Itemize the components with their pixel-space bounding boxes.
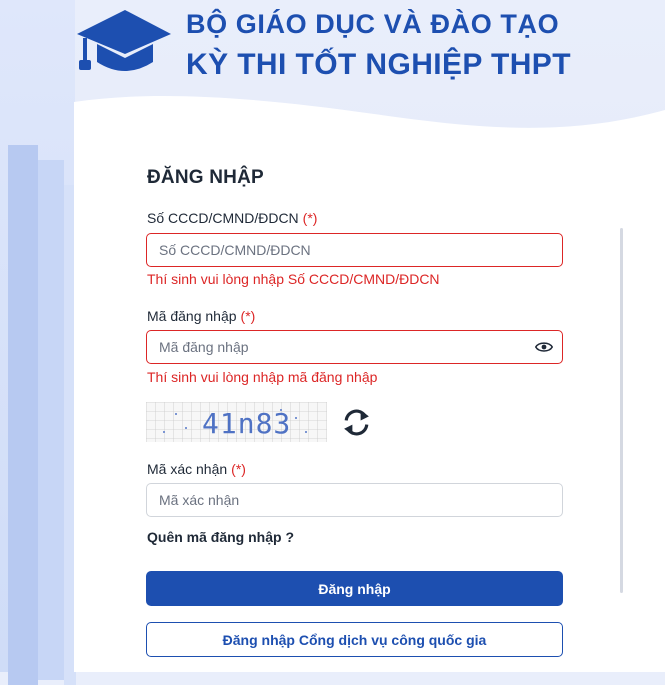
id-number-input[interactable] (146, 233, 563, 267)
ministry-title: BỘ GIÁO DỤC VÀ ĐÀO TẠO (186, 9, 560, 39)
verification-code-input[interactable] (146, 483, 563, 517)
id-field-label-text: Số CCCD/CMND/ĐDCN (147, 210, 299, 226)
login-button[interactable]: Đăng nhập (146, 571, 563, 606)
national-portal-login-button[interactable]: Đăng nhập Cổng dịch vụ công quốc gia (146, 622, 563, 657)
code-field-label: Mã đăng nhập (*) (147, 308, 255, 324)
exam-title: KỲ THI TỐT NGHIỆP THPT (186, 48, 571, 81)
login-code-input[interactable] (146, 330, 563, 364)
scrollbar[interactable] (620, 228, 623, 593)
id-field-label: Số CCCD/CMND/ĐDCN (*) (147, 210, 317, 226)
code-field-error: Thí sinh vui lòng nhập mã đăng nhập (147, 369, 378, 385)
page-title: ĐĂNG NHẬP (147, 167, 264, 188)
required-mark: (*) (231, 461, 246, 477)
verify-field-label: Mã xác nhận (*) (147, 461, 246, 477)
id-field-error: Thí sinh vui lòng nhập Số CCCD/CMND/ĐDCN (147, 271, 440, 287)
eye-icon[interactable] (535, 340, 553, 354)
captcha-text: 41n83 (202, 407, 291, 440)
forgot-code-link[interactable]: Quên mã đăng nhập ? (147, 529, 294, 545)
graduation-cap-icon (77, 10, 171, 71)
verify-field-label-text: Mã xác nhận (147, 461, 228, 477)
refresh-captcha-icon[interactable] (340, 406, 373, 439)
required-mark: (*) (240, 308, 256, 324)
background-stripe (38, 160, 64, 680)
captcha-image: 41n83 (146, 402, 327, 442)
background-stripe (8, 145, 38, 685)
code-field-label-text: Mã đăng nhập (147, 308, 237, 324)
required-mark: (*) (302, 210, 318, 226)
